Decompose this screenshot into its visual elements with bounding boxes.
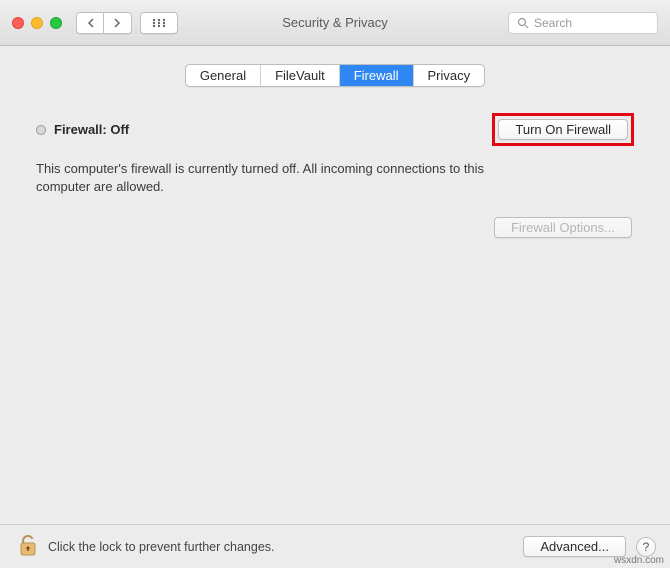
turn-on-firewall-button[interactable]: Turn On Firewall <box>498 119 628 140</box>
chevron-left-icon <box>87 18 94 28</box>
advanced-button[interactable]: Advanced... <box>523 536 626 557</box>
close-icon[interactable] <box>12 17 24 29</box>
minimize-icon[interactable] <box>31 17 43 29</box>
content-pane: Firewall: Off Turn On Firewall This comp… <box>0 87 670 260</box>
lock-icon[interactable] <box>18 533 38 560</box>
tab-general[interactable]: General <box>186 65 261 86</box>
maximize-icon[interactable] <box>50 17 62 29</box>
firewall-options-button: Firewall Options... <box>494 217 632 238</box>
tab-privacy[interactable]: Privacy <box>414 65 485 86</box>
firewall-status-label: Firewall: Off <box>54 122 129 137</box>
window-controls <box>12 17 62 29</box>
nav-buttons <box>76 12 132 34</box>
help-button[interactable]: ? <box>636 537 656 557</box>
highlight-annotation: Turn On Firewall <box>492 113 634 146</box>
tab-firewall[interactable]: Firewall <box>340 65 414 86</box>
show-all-button[interactable] <box>140 12 178 34</box>
firewall-description: This computer's firewall is currently tu… <box>36 160 536 195</box>
search-input[interactable]: Search <box>508 12 658 34</box>
firewall-status-indicator <box>36 125 46 135</box>
back-button[interactable] <box>76 12 104 34</box>
chevron-right-icon <box>114 18 121 28</box>
forward-button[interactable] <box>104 12 132 34</box>
tab-bar: General FileVault Firewall Privacy <box>0 64 670 87</box>
footer: Click the lock to prevent further change… <box>0 524 670 568</box>
tab-filevault[interactable]: FileVault <box>261 65 340 86</box>
search-icon <box>517 17 529 29</box>
titlebar: Security & Privacy Search <box>0 0 670 46</box>
search-placeholder: Search <box>534 16 572 30</box>
grid-icon <box>152 18 166 28</box>
lock-text: Click the lock to prevent further change… <box>48 540 275 554</box>
